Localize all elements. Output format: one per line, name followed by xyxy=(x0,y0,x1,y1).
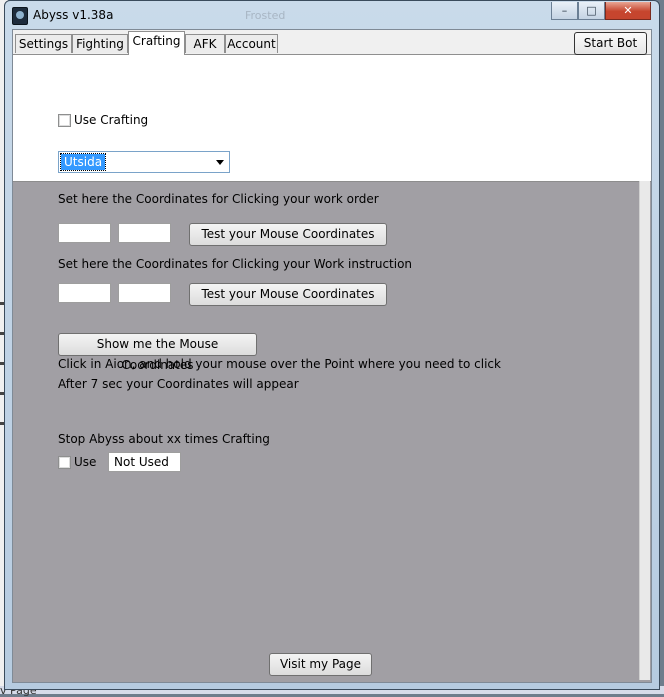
chevron-down-icon[interactable] xyxy=(216,160,224,165)
work-order-label: Set here the Coordinates for Clicking yo… xyxy=(58,192,379,206)
test-work-order-button[interactable]: Test your Mouse Coordinates xyxy=(189,223,387,246)
stop-count-field[interactable]: Not Used xyxy=(108,452,181,472)
stop-use-checkbox[interactable] xyxy=(58,456,71,469)
work-instruction-label: Set here the Coordinates for Clicking yo… xyxy=(58,257,413,271)
work-instruction-y-field[interactable] xyxy=(118,283,171,303)
visit-page-button[interactable]: Visit my Page xyxy=(269,653,372,676)
work-order-x-field[interactable] xyxy=(58,223,111,243)
start-bot-button[interactable]: Start Bot xyxy=(574,32,647,55)
crafting-header-panel: Settings Fighting Crafting AFK Account S… xyxy=(13,30,651,182)
instruction-line-1: Click in Aion, and hold your mouse over … xyxy=(58,357,501,371)
window-controls: – □ ✕ xyxy=(551,2,651,21)
app-window: Abyss v1.38a Frosted – □ ✕ Settings Figh… xyxy=(4,0,660,690)
tab-strip: Settings Fighting Crafting AFK Account S… xyxy=(13,30,651,55)
minimize-button[interactable]: – xyxy=(551,2,578,20)
tab-crafting[interactable]: Crafting xyxy=(128,31,185,55)
use-crafting-checkbox[interactable] xyxy=(58,114,71,127)
profession-selected-value: Utsida xyxy=(59,153,107,171)
work-order-y-field[interactable] xyxy=(118,223,171,243)
scrollbar[interactable] xyxy=(639,181,650,680)
show-mouse-coordinates-button[interactable]: Show me the Mouse Coordinates xyxy=(58,333,257,372)
use-crafting-label: Use Crafting xyxy=(74,113,149,127)
maximize-button[interactable]: □ xyxy=(578,2,605,20)
stop-use-label: Use xyxy=(74,455,97,469)
close-button[interactable]: ✕ xyxy=(605,2,651,20)
title-bar[interactable]: Abyss v1.38a Frosted – □ ✕ xyxy=(5,1,659,29)
work-instruction-x-field[interactable] xyxy=(58,283,111,303)
app-icon xyxy=(12,7,28,25)
profession-dropdown[interactable]: Utsida xyxy=(58,151,230,173)
tab-afk[interactable]: AFK xyxy=(185,34,225,53)
tab-fighting[interactable]: Fighting xyxy=(72,34,128,53)
window-title: Abyss v1.38a xyxy=(33,8,114,22)
test-work-instruction-button[interactable]: Test your Mouse Coordinates xyxy=(189,283,387,306)
background-title-text: Frosted xyxy=(245,9,286,22)
tab-settings[interactable]: Settings xyxy=(15,34,72,53)
stop-crafting-label: Stop Abyss about xx times Crafting xyxy=(58,432,270,446)
tab-account[interactable]: Account xyxy=(225,34,278,53)
client-area: Settings Fighting Crafting AFK Account S… xyxy=(12,29,652,683)
instruction-line-2: After 7 sec your Coordinates will appear xyxy=(58,377,299,391)
